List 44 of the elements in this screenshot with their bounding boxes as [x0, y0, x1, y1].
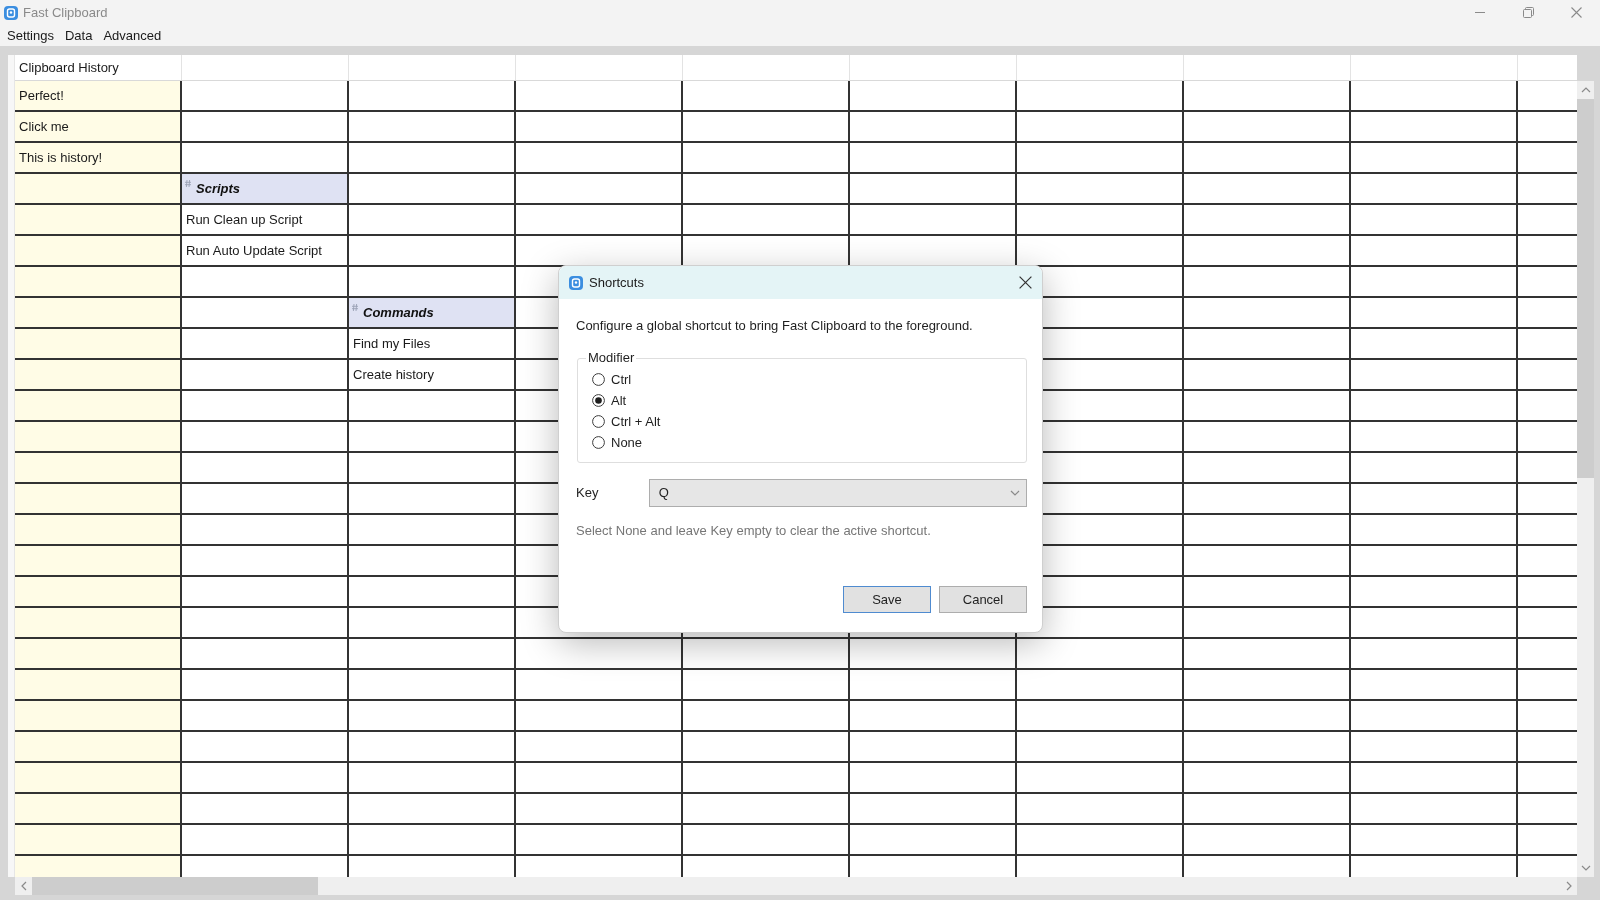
group-legend: Modifier — [586, 350, 637, 366]
chevron-down-icon — [1010, 489, 1020, 497]
table-cell[interactable]: This is history! — [15, 143, 182, 172]
scrollbar-thumb[interactable] — [1577, 99, 1594, 478]
chevron-right-icon — [1564, 881, 1573, 891]
group-title: Commands — [363, 304, 434, 321]
menu-item[interactable]: Advanced — [98, 27, 167, 44]
app-logo-icon — [4, 5, 18, 20]
app-logo-icon — [569, 275, 583, 290]
option-label[interactable]: None — [611, 434, 643, 451]
hash-icon — [185, 180, 191, 187]
chevron-down-icon — [1580, 864, 1591, 872]
hint-text: Select None and leave Key empty to clear the active shortcut. — [576, 523, 932, 539]
option-label[interactable]: Alt — [611, 392, 627, 409]
menu-item[interactable]: Data — [60, 27, 98, 44]
radio-button[interactable] — [592, 373, 605, 386]
dialog-description: Configure a global shortcut to bring Fast Clipboard to the foreground. — [576, 318, 974, 334]
key-label: Key — [576, 485, 600, 501]
scrollbar-thumb[interactable] — [32, 877, 318, 895]
close-icon — [1570, 7, 1582, 18]
hash-icon — [352, 304, 358, 311]
radio-button[interactable] — [592, 415, 605, 428]
close-button[interactable] — [1017, 274, 1033, 291]
radio-button[interactable] — [592, 436, 605, 449]
column-header: Clipboard History — [19, 59, 119, 76]
save-button[interactable]: Save — [843, 586, 931, 613]
vertical-scrollbar[interactable] — [1577, 81, 1594, 877]
radio-button[interactable] — [592, 394, 605, 407]
horizontal-scrollbar[interactable] — [15, 877, 1577, 895]
window-title: Fast Clipboard — [23, 4, 108, 21]
table-cell[interactable]: Click me — [15, 112, 182, 141]
key-dropdown[interactable]: Q — [648, 479, 1027, 507]
option-label[interactable]: Ctrl + Alt — [611, 413, 661, 430]
minimize-icon — [1475, 12, 1485, 13]
restore-icon — [1522, 7, 1534, 18]
close-icon — [1018, 276, 1032, 289]
group-title: Scripts — [196, 180, 241, 197]
cancel-button[interactable]: Cancel — [939, 586, 1027, 613]
dialog-title: Shortcuts — [589, 274, 644, 291]
chevron-left-icon — [19, 881, 28, 891]
table-cell[interactable]: Perfect! — [15, 81, 182, 110]
chevron-up-icon — [1580, 86, 1591, 94]
menu-item[interactable]: Settings — [2, 27, 59, 44]
option-label[interactable]: Ctrl — [611, 371, 632, 388]
